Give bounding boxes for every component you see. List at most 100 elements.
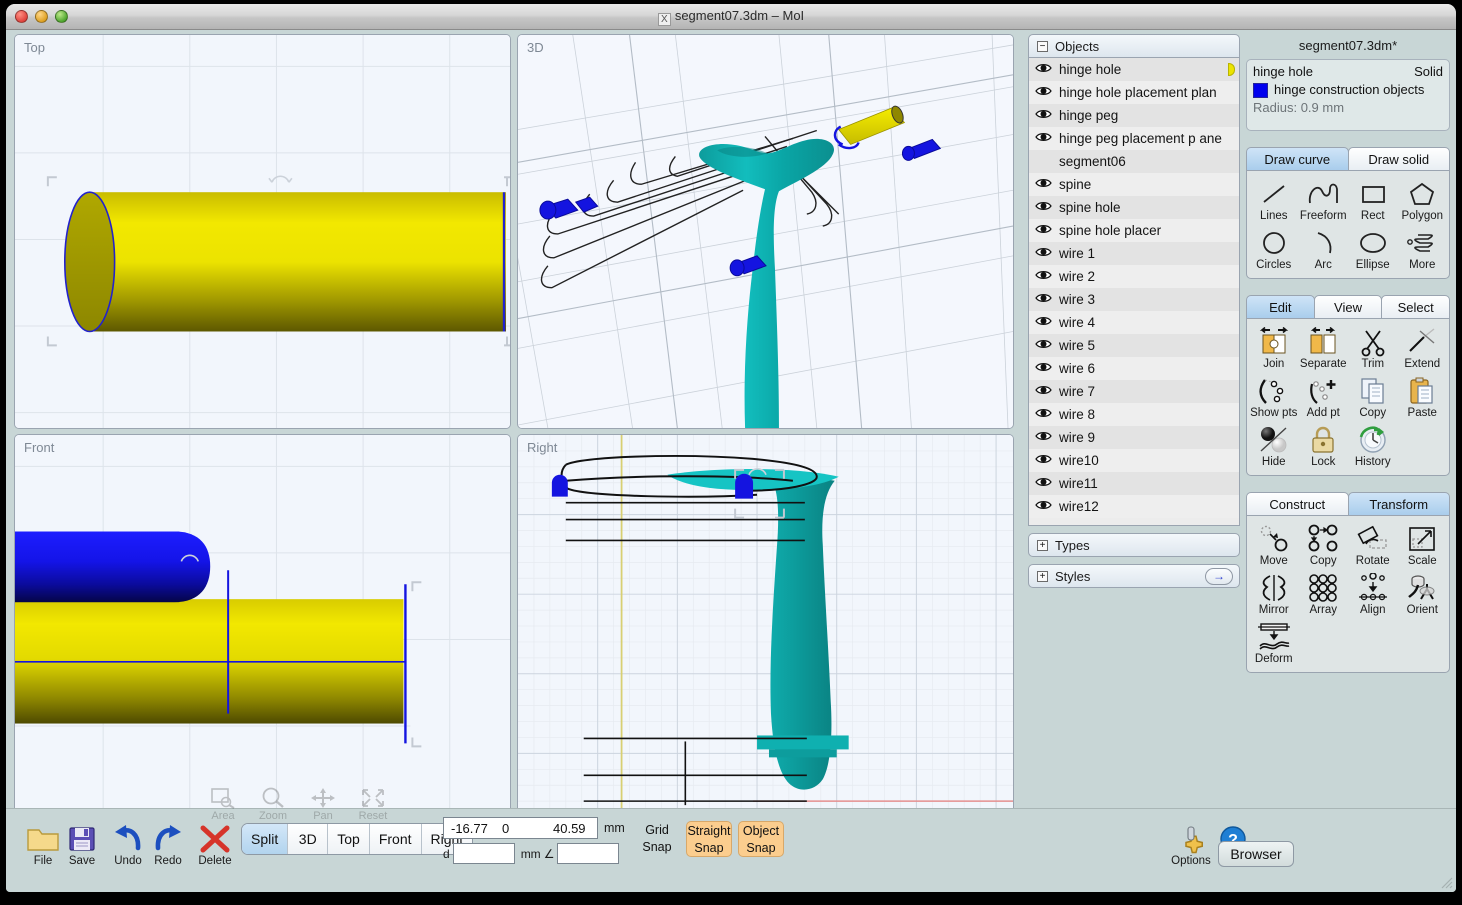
object-row[interactable]: wire12: [1029, 495, 1239, 518]
types-expand-toggle[interactable]: +: [1037, 539, 1048, 551]
object-row[interactable]: spine hole placer: [1029, 219, 1239, 242]
viewport-3d[interactable]: 3D: [517, 34, 1014, 429]
object-visibility-toggle[interactable]: [1035, 131, 1059, 146]
straight-snap-button[interactable]: Straight Snap: [686, 821, 732, 857]
tool-copy-transform[interactable]: Copy: [1299, 521, 1349, 570]
visibility-eye-icon[interactable]: [1035, 62, 1052, 74]
tool-polygon[interactable]: Polygon: [1398, 176, 1448, 225]
view-button-top[interactable]: Top: [328, 824, 370, 854]
tab-draw-solid[interactable]: Draw solid: [1347, 147, 1450, 171]
visibility-eye-icon[interactable]: [1035, 177, 1052, 189]
tool-circles[interactable]: Circles: [1249, 225, 1299, 274]
objects-list[interactable]: hinge hole hinge hole placement plan hinge…: [1028, 58, 1240, 526]
tool-separate[interactable]: Separate: [1299, 324, 1349, 373]
object-row[interactable]: segment06: [1029, 150, 1239, 173]
tool-hide[interactable]: Hide: [1249, 422, 1299, 471]
tab-draw-curve[interactable]: Draw curve: [1246, 147, 1349, 171]
viewport-right[interactable]: Right: [517, 434, 1014, 829]
tool-history[interactable]: History: [1348, 422, 1398, 471]
visibility-eye-icon[interactable]: [1035, 430, 1052, 442]
types-section[interactable]: + Types: [1028, 533, 1240, 557]
viewport-top[interactable]: Top: [14, 34, 511, 429]
tool-show-pts[interactable]: Show pts: [1249, 373, 1299, 422]
visibility-eye-icon[interactable]: [1035, 315, 1052, 327]
styles-section[interactable]: + Styles →: [1028, 564, 1240, 588]
object-visibility-toggle[interactable]: [1035, 292, 1059, 307]
resize-grip[interactable]: [1439, 875, 1453, 889]
tab-transform[interactable]: Transform: [1347, 492, 1450, 516]
tool-mirror[interactable]: Mirror: [1249, 570, 1299, 619]
tool-align[interactable]: Align: [1348, 570, 1398, 619]
tool-rect[interactable]: Rect: [1348, 176, 1398, 225]
tool-orient[interactable]: Orient: [1398, 570, 1448, 619]
tool-copy[interactable]: Copy: [1348, 373, 1398, 422]
tab-construct[interactable]: Construct: [1246, 492, 1349, 516]
object-row[interactable]: wire 5: [1029, 334, 1239, 357]
object-visibility-toggle[interactable]: [1035, 499, 1059, 514]
redo-button[interactable]: Redo: [145, 823, 191, 867]
object-visibility-toggle[interactable]: [1035, 177, 1059, 192]
visibility-eye-icon[interactable]: [1035, 200, 1052, 212]
object-snap-button[interactable]: Object Snap: [738, 821, 784, 857]
objects-panel-header[interactable]: − Objects: [1028, 34, 1240, 58]
object-visibility-toggle[interactable]: [1035, 361, 1059, 376]
object-row[interactable]: wire 9: [1029, 426, 1239, 449]
tab-view[interactable]: View: [1313, 295, 1383, 319]
object-row[interactable]: hinge hole placement plan: [1029, 81, 1239, 104]
tab-edit[interactable]: Edit: [1246, 295, 1315, 319]
delete-button[interactable]: Delete: [192, 823, 238, 867]
object-row[interactable]: hinge peg placement p ane: [1029, 127, 1239, 150]
visibility-eye-icon[interactable]: [1035, 292, 1052, 304]
tool-extend[interactable]: Extend: [1398, 324, 1448, 373]
grid-snap-button[interactable]: Grid Snap: [634, 821, 680, 857]
viewport-front[interactable]: Front Area Zoom Pan Reset: [14, 434, 511, 829]
viewport-pan-button[interactable]: Pan: [304, 787, 342, 822]
visibility-eye-icon[interactable]: [1035, 223, 1052, 235]
coordinate-z[interactable]: 40.59: [546, 821, 597, 836]
view-button-front[interactable]: Front: [369, 824, 422, 854]
object-visibility-toggle[interactable]: [1035, 223, 1059, 238]
visibility-eye-icon[interactable]: [1035, 246, 1052, 258]
object-row[interactable]: wire 8: [1029, 403, 1239, 426]
viewport-reset-button[interactable]: Reset: [354, 787, 392, 822]
tab-select[interactable]: Select: [1381, 295, 1451, 319]
object-row[interactable]: wire 6: [1029, 357, 1239, 380]
object-visibility-toggle[interactable]: [1035, 269, 1059, 284]
object-visibility-toggle[interactable]: [1035, 338, 1059, 353]
object-row[interactable]: wire11: [1029, 472, 1239, 495]
object-visibility-toggle[interactable]: [1035, 430, 1059, 445]
object-visibility-toggle[interactable]: [1035, 384, 1059, 399]
visibility-eye-icon[interactable]: [1035, 499, 1052, 511]
style-color-swatch[interactable]: [1253, 83, 1268, 98]
object-visibility-toggle[interactable]: [1035, 62, 1059, 77]
view-button-3d[interactable]: 3D: [288, 824, 329, 854]
visibility-eye-icon[interactable]: [1035, 476, 1052, 488]
options-button[interactable]: Options: [1168, 823, 1214, 867]
object-row[interactable]: wire 1: [1029, 242, 1239, 265]
tool-scale[interactable]: Scale: [1398, 521, 1448, 570]
visibility-eye-icon[interactable]: [1035, 338, 1052, 350]
angle-input[interactable]: [557, 843, 620, 864]
styles-expand-toggle[interactable]: +: [1037, 570, 1048, 582]
object-row[interactable]: wire 4: [1029, 311, 1239, 334]
visibility-eye-icon[interactable]: [1035, 85, 1052, 97]
visibility-eye-icon[interactable]: [1035, 361, 1052, 373]
visibility-eye-icon[interactable]: [1035, 407, 1052, 419]
visibility-eye-icon[interactable]: [1035, 384, 1052, 396]
visibility-eye-icon[interactable]: [1035, 108, 1052, 120]
tool-add-pt[interactable]: Add pt: [1299, 373, 1349, 422]
object-visibility-toggle[interactable]: [1035, 85, 1059, 100]
tool-move[interactable]: Move: [1249, 521, 1299, 570]
tool-trim[interactable]: Trim: [1348, 324, 1398, 373]
coordinate-x[interactable]: -16.77: [444, 821, 495, 836]
visibility-eye-icon[interactable]: [1035, 131, 1052, 143]
coordinate-y[interactable]: 0: [495, 821, 546, 836]
tool-rotate[interactable]: Rotate: [1348, 521, 1398, 570]
tool-more[interactable]: More: [1398, 225, 1448, 274]
tool-join[interactable]: Join: [1249, 324, 1299, 373]
visibility-eye-icon[interactable]: [1035, 453, 1052, 465]
coordinate-fields[interactable]: -16.77 0 40.59: [443, 817, 598, 839]
object-visibility-toggle[interactable]: [1035, 315, 1059, 330]
object-visibility-toggle[interactable]: [1035, 407, 1059, 422]
viewport-area-button[interactable]: Area: [204, 787, 242, 822]
